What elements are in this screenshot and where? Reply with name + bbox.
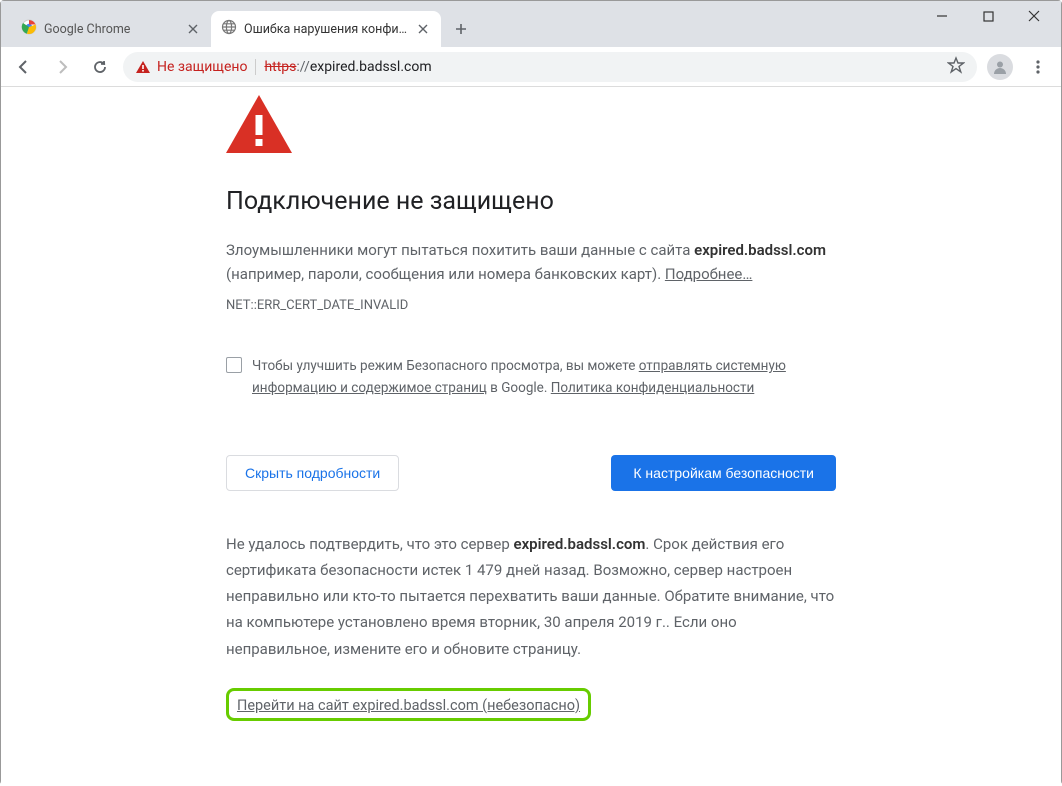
bookmark-icon[interactable] <box>947 56 965 78</box>
opt-in-checkbox[interactable] <box>226 357 242 373</box>
url-display: https://expired.badssl.com <box>264 59 431 75</box>
learn-more-link[interactable]: Подробнее… <box>665 265 753 283</box>
privacy-policy-link[interactable]: Политика конфиденциальности <box>551 380 755 396</box>
divider <box>255 59 256 75</box>
globe-icon <box>221 19 237 39</box>
tab-title: Google Chrome <box>44 22 178 37</box>
button-row: Скрыть подробности К настройкам безопасн… <box>226 455 836 491</box>
maximize-button[interactable] <box>965 1 1011 31</box>
warning-paragraph: Злоумышленники могут пытаться похитить в… <box>226 238 836 286</box>
tab-google-chrome[interactable]: Google Chrome <box>11 11 211 47</box>
minimize-button[interactable] <box>919 1 965 31</box>
window-controls <box>919 1 1057 35</box>
new-tab-button[interactable] <box>447 15 475 43</box>
browser-toolbar: Не защищено https://expired.badssl.com <box>1 47 1061 87</box>
reload-button[interactable] <box>85 52 115 82</box>
page-title: Подключение не защищено <box>226 187 836 216</box>
details-paragraph: Не удалось подтвердить, что это сервер e… <box>226 531 836 662</box>
error-code: NET::ERR_CERT_DATE_INVALID <box>226 298 836 313</box>
security-indicator[interactable]: Не защищено <box>135 59 247 75</box>
security-interstitial: Подключение не защищено Злоумышленники м… <box>226 87 836 751</box>
warning-triangle-icon <box>226 95 836 157</box>
opt-in-text: Чтобы улучшить режим Безопасного просмот… <box>252 355 836 400</box>
menu-button[interactable] <box>1023 52 1053 82</box>
security-label: Не защищено <box>157 59 247 75</box>
avatar <box>987 54 1013 80</box>
close-icon[interactable] <box>415 21 431 37</box>
forward-button[interactable] <box>47 52 77 82</box>
proceed-highlight: Перейти на сайт expired.badssl.com (небе… <box>226 688 591 721</box>
chrome-icon <box>21 19 37 39</box>
close-icon[interactable] <box>185 21 201 37</box>
profile-button[interactable] <box>985 52 1015 82</box>
browser-titlebar: Google Chrome Ошибка нарушения конфиденц <box>1 1 1061 47</box>
tab-title: Ошибка нарушения конфиденц <box>244 22 408 37</box>
warning-triangle-icon <box>135 59 151 75</box>
hide-details-button[interactable]: Скрыть подробности <box>226 455 399 491</box>
close-window-button[interactable] <box>1011 1 1057 31</box>
back-button[interactable] <box>9 52 39 82</box>
opt-in-row: Чтобы улучшить режим Безопасного просмот… <box>226 355 836 400</box>
address-bar[interactable]: Не защищено https://expired.badssl.com <box>123 52 977 82</box>
page-content[interactable]: Подключение не защищено Злоумышленники м… <box>1 87 1061 786</box>
tab-privacy-error[interactable]: Ошибка нарушения конфиденц <box>211 11 441 47</box>
back-to-safety-button[interactable]: К настройкам безопасности <box>611 455 836 491</box>
proceed-unsafe-link[interactable]: Перейти на сайт expired.badssl.com (небе… <box>237 697 580 714</box>
